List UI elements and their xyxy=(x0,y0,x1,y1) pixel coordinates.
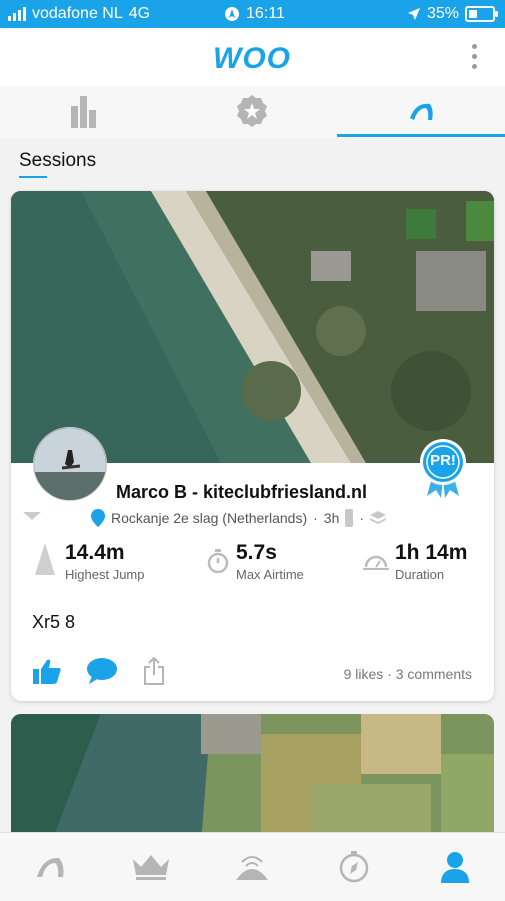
comments-count[interactable]: 3 comments xyxy=(396,666,472,682)
duration-icon xyxy=(363,551,389,576)
session-location[interactable]: Rockanje 2e slag (Netherlands) xyxy=(111,510,307,526)
app-header: WOO xyxy=(0,28,505,86)
kite-icon xyxy=(37,857,64,877)
jump-icon xyxy=(35,543,55,580)
section-title-underline xyxy=(19,176,47,178)
like-icon[interactable] xyxy=(33,658,61,684)
share-icon[interactable] xyxy=(143,657,165,685)
duration-value: 1h 14m xyxy=(395,541,468,564)
layers-icon xyxy=(370,511,387,524)
network-label: 4G xyxy=(128,5,151,22)
battery-label: 35% xyxy=(426,5,459,22)
battery-icon xyxy=(465,6,498,22)
duration-label: Duration xyxy=(395,567,445,582)
woo-logo: WOO xyxy=(213,42,291,75)
highest-jump-label: Highest Jump xyxy=(65,567,145,582)
bottom-navigation xyxy=(0,832,505,901)
max-airtime-label: Max Airtime xyxy=(236,567,304,582)
stopwatch-icon xyxy=(207,549,229,578)
nav-spots[interactable] xyxy=(232,847,272,887)
session-card[interactable]: PR! Marco B - kiteclubfriesland.nl Rocka… xyxy=(11,191,494,701)
session-actions xyxy=(33,657,165,685)
user-icon xyxy=(441,852,469,883)
compass-icon xyxy=(339,851,369,883)
status-bar: vodafone NL 4G 16:11 35% xyxy=(0,0,505,28)
award-icon xyxy=(237,95,267,127)
stat-highest-jump: 14.4m Highest Jump xyxy=(65,541,144,582)
tab-badges[interactable] xyxy=(168,86,336,138)
meta-separator: · xyxy=(359,510,365,526)
more-vertical-icon[interactable] xyxy=(472,44,477,69)
pr-badge: PR! xyxy=(419,438,467,498)
summary-separator: · xyxy=(387,666,392,682)
clock-label: 16:11 xyxy=(246,5,285,22)
chevron-down-icon[interactable] xyxy=(23,512,41,520)
tab-sessions[interactable] xyxy=(337,86,505,138)
board-icon xyxy=(345,509,354,527)
likes-count[interactable]: 9 likes xyxy=(344,666,384,682)
session-meta: Rockanje 2e slag (Netherlands) · 3h · xyxy=(91,509,387,527)
stat-max-airtime: 5.7s Max Airtime xyxy=(236,541,304,582)
nav-kite[interactable] xyxy=(30,847,70,887)
session-user-name[interactable]: Marco B - kiteclubfriesland.nl xyxy=(116,482,367,503)
bar-chart-icon xyxy=(71,96,96,128)
session-map[interactable] xyxy=(11,191,494,463)
pr-badge-label: PR! xyxy=(430,452,456,469)
nav-explore[interactable] xyxy=(334,847,374,887)
location-services-icon xyxy=(225,7,239,21)
carrier-label: vodafone NL xyxy=(32,5,123,22)
nav-leaderboard[interactable] xyxy=(131,847,171,887)
tab-stats[interactable] xyxy=(0,86,168,138)
active-tab-indicator xyxy=(337,134,505,137)
stat-duration: 1h 14m Duration xyxy=(395,541,467,582)
spot-icon xyxy=(236,856,268,880)
crown-icon xyxy=(133,855,169,880)
likes-comments-summary[interactable]: 9 likes · 3 comments xyxy=(344,666,472,682)
session-card[interactable] xyxy=(11,714,494,844)
meta-separator: · xyxy=(313,510,318,526)
navigation-arrow-icon xyxy=(407,8,420,20)
max-airtime-value: 5.7s xyxy=(236,541,277,564)
comment-icon[interactable] xyxy=(87,658,117,684)
highest-jump-value: 14.4m xyxy=(65,541,125,564)
location-pin-icon xyxy=(91,509,105,527)
nav-profile[interactable] xyxy=(435,847,475,887)
kite-icon xyxy=(410,103,433,120)
avatar[interactable] xyxy=(33,427,107,501)
signal-icon xyxy=(8,7,26,21)
session-age: 3h xyxy=(323,510,340,526)
section-title: Sessions xyxy=(19,150,97,171)
profile-tabs xyxy=(0,86,505,138)
kite-gear-text: Xr5 8 xyxy=(32,612,76,632)
